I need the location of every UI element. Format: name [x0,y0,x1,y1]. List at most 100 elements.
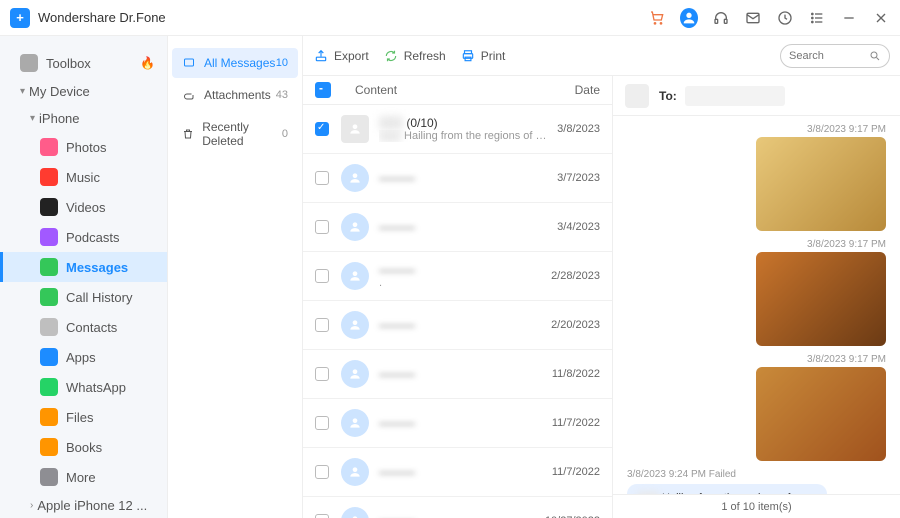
search-input[interactable] [780,44,890,68]
avatar [341,213,369,241]
app-icon [40,168,58,186]
sidebar-item-label: Videos [66,200,106,215]
print-icon [460,48,476,64]
cart-icon[interactable] [648,9,666,27]
message-row[interactable]: ——— 2/20/2023 [303,301,612,350]
message-title: ——— [379,171,549,185]
row-checkbox[interactable] [315,220,329,234]
menu-icon[interactable] [808,9,826,27]
sidebar-item-label: Files [66,410,93,425]
category-count: 10 [276,57,288,69]
bubble-timestamp: 3/8/2023 9:17 PM [807,354,886,365]
category-recently-deleted[interactable]: Recently Deleted0 [172,112,298,156]
message-row[interactable]: ———. 2/28/2023 [303,252,612,301]
app-icon [40,438,58,456]
sidebar-item-call-history[interactable]: Call History [0,282,167,312]
message-row[interactable]: ———3/7/2023 [303,154,612,203]
bubble-image[interactable] [756,137,886,231]
row-checkbox[interactable] [315,367,329,381]
sidebar-item-files[interactable]: Files [0,402,167,432]
message-title: ——— [379,263,543,277]
app-logo: + [10,8,30,28]
sidebar-item-messages[interactable]: Messages [0,252,167,282]
sidebar-item-books[interactable]: Books [0,432,167,462]
message-row[interactable]: ———11/7/2022 [303,448,612,497]
thread-header: To: [613,76,900,116]
sidebar-item-whatsapp[interactable]: WhatsApp [0,372,167,402]
category-label: All Messages [204,56,275,70]
sidebar-item-my-device[interactable]: ▾My Device [0,78,167,105]
message-row[interactable]: ———11/8/2022 [303,350,612,399]
minimize-button[interactable] [840,9,858,27]
avatar [341,164,369,192]
sidebar-item-label: Podcasts [66,230,119,245]
app-icon [40,408,58,426]
titlebar: + Wondershare Dr.Fone [0,0,900,36]
message-preview: —— Hailing from the regions of Prove... [379,130,549,142]
avatar [341,360,369,388]
sidebar-item-toolbox[interactable]: Toolbox🔥 [0,48,167,78]
mail-icon[interactable] [744,9,762,27]
headset-icon[interactable] [712,9,730,27]
app-icon [40,138,58,156]
sidebar-item-contacts[interactable]: Contacts [0,312,167,342]
sidebar-item-label: Music [66,170,100,185]
header-content: Content [355,83,397,97]
bubble-image[interactable] [756,252,886,346]
message-row[interactable]: ———10/27/2022 [303,497,612,518]
message-preview: . [379,277,543,289]
sidebar-item-iphone[interactable]: ▾iPhone [0,105,167,132]
message-title: ——— [379,416,544,430]
sidebar-item-label: Toolbox [46,56,91,71]
row-checkbox[interactable] [315,465,329,479]
avatar [341,458,369,486]
sidebar-item-label: Photos [66,140,106,155]
message-date: 11/8/2022 [552,368,600,380]
list-header: Content Date [303,76,612,105]
close-button[interactable] [872,9,890,27]
bubble-image[interactable] [756,367,886,461]
print-button[interactable]: Print [460,48,506,64]
row-checkbox[interactable] [315,122,329,136]
message-date: 2/20/2023 [551,319,600,331]
message-date: 2/28/2023 [551,270,600,282]
avatar [341,507,369,518]
category-count: 0 [282,128,288,140]
sidebar-item-videos[interactable]: Videos [0,192,167,222]
bubble-timestamp: 3/8/2023 9:17 PM [807,239,886,250]
avatar [341,115,369,143]
sidebar-item-music[interactable]: Music [0,162,167,192]
user-icon[interactable] [680,9,698,27]
category-all-messages[interactable]: All Messages10 [172,48,298,78]
refresh-button[interactable]: Refresh [383,48,446,64]
app-icon [40,228,58,246]
app-icon [40,468,58,486]
message-title: ——— [379,220,549,234]
caret-icon: ▾ [20,86,25,97]
sidebar-item-more[interactable]: More [0,462,167,492]
app-title: Wondershare Dr.Fone [38,10,166,25]
row-checkbox[interactable] [315,269,329,283]
select-all-checkbox[interactable] [315,82,331,98]
thread-panel: To: 3/8/2023 9:17 PM3/8/2023 9:17 PM3/8/… [613,76,900,518]
history-icon[interactable] [776,9,794,27]
category-label: Recently Deleted [202,120,282,148]
message-row[interactable]: —— (0/10)—— Hailing from the regions of … [303,105,612,154]
sidebar-item-podcasts[interactable]: Podcasts [0,222,167,252]
sidebar-item-apps[interactable]: Apps [0,342,167,372]
message-title: ——— [379,318,543,332]
row-checkbox[interactable] [315,416,329,430]
sidebar-item-photos[interactable]: Photos [0,132,167,162]
sidebar-item-apple-iphone-12-[interactable]: ›Apple iPhone 12 ... [0,492,167,518]
message-row[interactable]: ——— 3/4/2023 [303,203,612,252]
export-button[interactable]: Export [313,48,369,64]
row-checkbox[interactable] [315,318,329,332]
row-checkbox[interactable] [315,514,329,518]
row-checkbox[interactable] [315,171,329,185]
app-icon [40,198,58,216]
category-icon [182,88,196,102]
message-date: 3/4/2023 [557,221,600,233]
category-attachments[interactable]: Attachments43 [172,80,298,110]
message-row[interactable]: ———11/7/2022 [303,399,612,448]
sidebar-item-label: Apple iPhone 12 ... [37,498,147,513]
